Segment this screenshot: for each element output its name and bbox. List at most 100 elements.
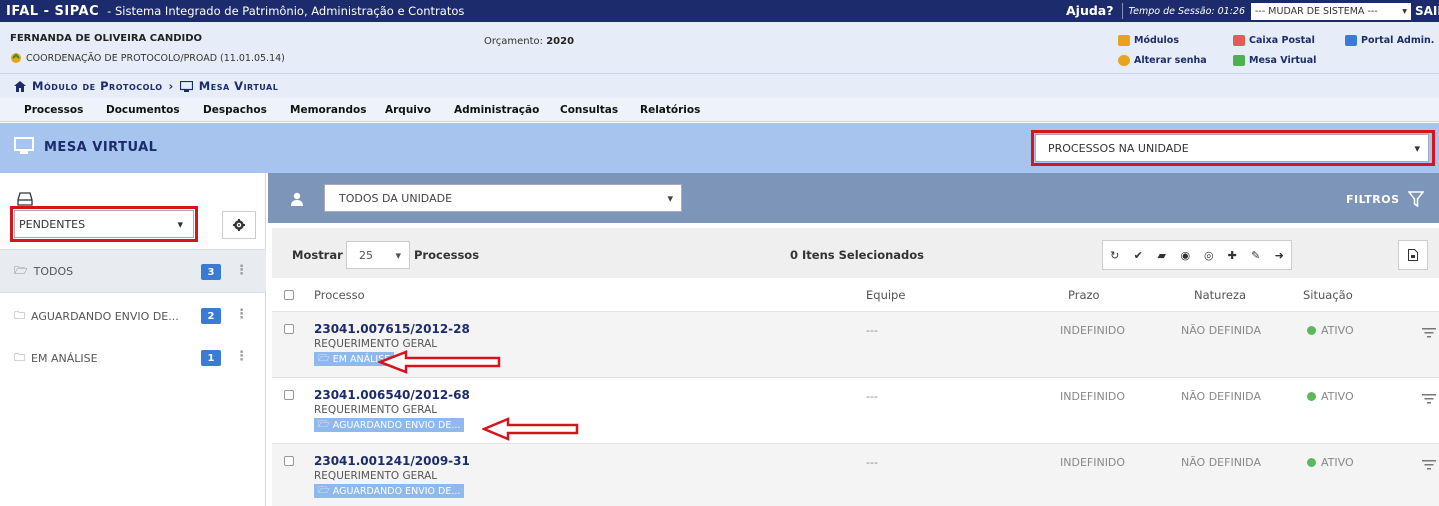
status-dot-icon (1307, 458, 1316, 467)
eye-off-icon: ◎ (1203, 248, 1214, 262)
move-folder-button[interactable]: ▰ (1150, 241, 1174, 269)
breadcrumb-module[interactable]: Módulo de Protocolo (32, 79, 163, 93)
main-menu: Processos Documentos Despachos Memorando… (0, 98, 1439, 122)
folder-todos[interactable]: 🗁 TODOS 3 ⋮ (0, 249, 266, 293)
mesa-virtual-link[interactable]: Mesa Virtual (1233, 52, 1316, 68)
home-icon (14, 80, 26, 92)
table-row[interactable]: 23041.001241/2009-31 REQUERIMENTO GERAL … (272, 443, 1439, 506)
table-header: Processo Equipe Prazo Natureza Situação (272, 280, 1439, 310)
folder-open-icon: 🗁 (318, 353, 330, 364)
process-folder-tag[interactable]: 🗁 AGUARDANDO ENVIO DE... (314, 418, 465, 432)
row-menu-icon[interactable] (1422, 394, 1436, 404)
change-system-label: --- MUDAR DE SISTEMA --- (1255, 5, 1378, 17)
status-badge: ATIVO (1307, 324, 1354, 337)
portal-admin-link[interactable]: Portal Admin. (1345, 32, 1434, 48)
forward-button[interactable]: ➜ (1268, 241, 1292, 269)
status-badge: ATIVO (1307, 456, 1354, 469)
refresh-unit-icon (11, 53, 21, 63)
process-number[interactable]: 23041.001241/2009-31 (314, 454, 470, 468)
menu-arquivo[interactable]: Arquivo (385, 104, 431, 116)
process-number[interactable]: 23041.006540/2012-68 (314, 388, 470, 402)
team-select[interactable]: TODOS DA UNIDADE ▾ (324, 184, 682, 212)
table-row[interactable]: 23041.006540/2012-68 REQUERIMENTO GERAL … (272, 377, 1439, 443)
row-menu-icon[interactable] (1422, 328, 1436, 338)
alterar-senha-label: Alterar senha (1134, 54, 1207, 66)
inbox-icon (17, 192, 33, 206)
highlight-box-unit-select (1031, 130, 1435, 166)
select-all-checkbox[interactable] (284, 290, 294, 300)
red-arrow-icon (482, 417, 579, 441)
help-link[interactable]: Ajuda? (1058, 3, 1123, 19)
process-number[interactable]: 23041.007615/2012-28 (314, 322, 470, 336)
folder-icon: 🗀 (14, 308, 25, 322)
breadcrumb-separator: › (168, 79, 174, 93)
menu-consultas[interactable]: Consultas (560, 104, 618, 116)
equipe-value: --- (866, 324, 878, 337)
show-label: Mostrar (292, 248, 343, 262)
filters-button[interactable]: FILTROS (1346, 191, 1424, 207)
folder-count: 1 (201, 350, 221, 366)
user-unit[interactable]: COORDENAÇÃO DE PROTOCOLO/PROAD (11.01.05… (10, 52, 285, 64)
user-unit-label: COORDENAÇÃO DE PROTOCOLO/PROAD (11.01.05… (26, 52, 285, 64)
row-checkbox[interactable] (284, 390, 294, 400)
session-timer: Tempo de Sessão: 01:26 (1128, 5, 1246, 17)
row-checkbox[interactable] (284, 324, 294, 334)
col-natureza[interactable]: Natureza (1194, 288, 1246, 302)
menu-processos[interactable]: Processos (24, 104, 83, 116)
change-system-select[interactable]: --- MUDAR DE SISTEMA --- ▾ (1251, 2, 1411, 20)
desk-icon (1233, 54, 1245, 66)
status-label: ATIVO (1321, 390, 1354, 403)
folder-label: AGUARDANDO ENVIO DE... (31, 309, 179, 323)
view-button[interactable]: ◉ (1174, 241, 1198, 269)
team-select-value: TODOS DA UNIDADE (339, 191, 453, 205)
mailbox-icon (1233, 34, 1245, 46)
pencil-icon: ✎ (1251, 248, 1261, 262)
row-checkbox[interactable] (284, 456, 294, 466)
col-equipe[interactable]: Equipe (866, 288, 905, 302)
confirm-button[interactable]: ✔ (1127, 241, 1151, 269)
folder-aguardando-envio[interactable]: 🗀 AGUARDANDO ENVIO DE... 2 ⋮ (0, 294, 266, 338)
process-type: REQUERIMENTO GERAL (314, 404, 438, 416)
col-situacao[interactable]: Situação (1303, 288, 1353, 302)
process-folder-tag-label: AGUARDANDO ENVIO DE... (332, 419, 461, 431)
document-button[interactable] (1398, 240, 1428, 270)
folder-label: EM ANÁLISE (31, 351, 98, 365)
folder-menu-icon[interactable]: ⋮ (235, 307, 248, 322)
chevron-down-icon: ▾ (1402, 5, 1407, 17)
folder-em-analise[interactable]: 🗀 EM ANÁLISE 1 ⋮ (0, 336, 266, 380)
exit-link[interactable]: SAIR (1415, 4, 1439, 18)
breadcrumb-page: Mesa Virtual (198, 79, 279, 93)
menu-relatorios[interactable]: Relatórios (640, 104, 700, 116)
process-folder-tag[interactable]: 🗁 AGUARDANDO ENVIO DE... (314, 484, 465, 498)
row-menu-icon[interactable] (1422, 460, 1436, 470)
menu-memorandos[interactable]: Memorandos (290, 104, 366, 116)
settings-button[interactable] (222, 211, 256, 239)
assign-user-button[interactable]: ✚ (1221, 241, 1245, 269)
alterar-senha-link[interactable]: Alterar senha (1118, 52, 1207, 68)
processes-label: Processos (414, 248, 480, 262)
caixa-postal-link[interactable]: Caixa Postal (1233, 32, 1315, 48)
menu-documentos[interactable]: Documentos (106, 104, 180, 116)
budget: Orçamento: 2020 (484, 36, 574, 47)
breadcrumb: Módulo de Protocolo › Mesa Virtual (0, 74, 1439, 98)
page-size-select[interactable]: 25 ▾ (346, 241, 410, 269)
status-badge: ATIVO (1307, 390, 1354, 403)
process-type: REQUERIMENTO GERAL (314, 470, 438, 482)
folder-open-icon: 🗁 (318, 485, 330, 496)
col-processo[interactable]: Processo (314, 288, 365, 302)
folder-menu-icon[interactable]: ⋮ (235, 349, 248, 364)
hide-button[interactable]: ◎ (1197, 241, 1221, 269)
refresh-button[interactable]: ↻ (1103, 241, 1127, 269)
user-icon (291, 192, 303, 206)
modulos-link[interactable]: Módulos (1118, 32, 1179, 48)
red-arrow-icon (378, 350, 501, 374)
menu-despachos[interactable]: Despachos (203, 104, 267, 116)
action-toolbar: ↻ ✔ ▰ ◉ ◎ ✚ ✎ ➜ (1102, 240, 1292, 270)
menu-administracao[interactable]: Administração (454, 104, 539, 116)
folder-menu-icon[interactable]: ⋮ (235, 263, 248, 278)
natureza-value: NÃO DEFINIDA (1181, 390, 1261, 403)
equipe-value: --- (866, 390, 878, 403)
col-prazo[interactable]: Prazo (1068, 288, 1100, 302)
edit-button[interactable]: ✎ (1244, 241, 1268, 269)
status-dot-icon (1307, 326, 1316, 335)
